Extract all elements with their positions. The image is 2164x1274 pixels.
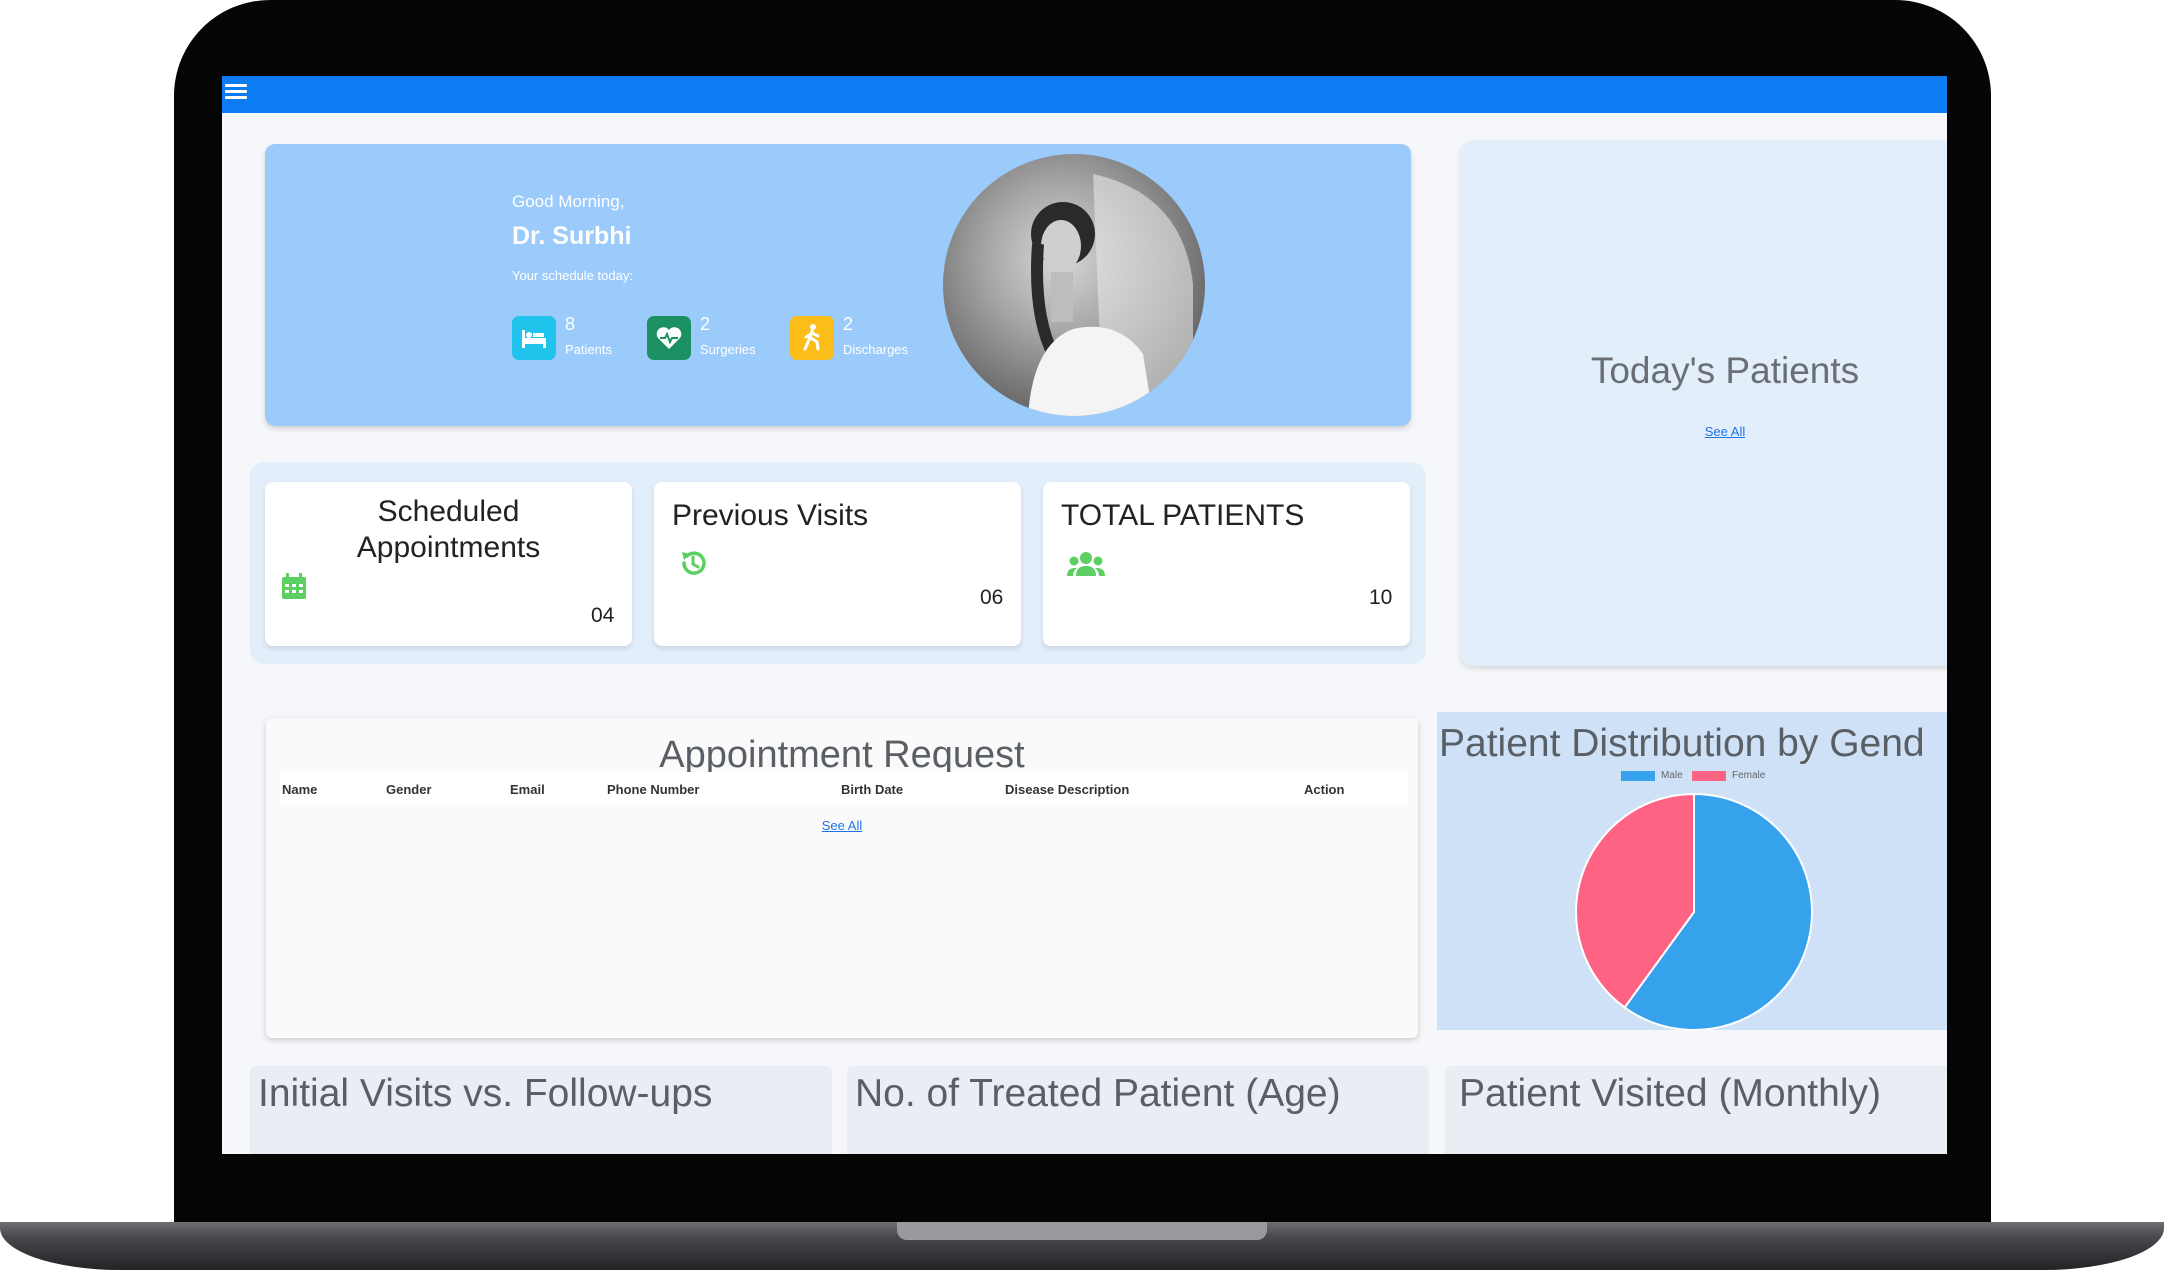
column-header-phone: Phone Number xyxy=(607,782,700,797)
gender-distribution-panel: Patient Distribution by Gend Male Female xyxy=(1437,712,1947,1030)
appointment-request-panel: Appointment Request Name Gender Email Ph… xyxy=(266,718,1418,1038)
hospital-bed-icon xyxy=(512,316,556,360)
stat-surgeries-value: 2 xyxy=(700,314,711,334)
laptop-notch xyxy=(897,1222,1267,1240)
greeting-salutation: Good Morning, xyxy=(512,192,625,211)
greeting-card: Good Morning, Dr. Surbhi Your schedule t… xyxy=(265,144,1411,426)
total-patients-value: 10 xyxy=(1369,586,1393,609)
scheduled-appointments-value: 04 xyxy=(591,604,615,627)
summary-cards-container: Scheduled Appointments 04 Previous Visit… xyxy=(250,462,1426,664)
column-header-birth-date: Birth Date xyxy=(841,782,904,797)
todays-patients-title: Today's Patients xyxy=(1590,350,1860,391)
scheduled-appointments-card[interactable]: Scheduled Appointments 04 xyxy=(265,482,632,646)
stat-patients-label: Patients xyxy=(565,342,612,357)
initial-visits-title: Initial Visits vs. Follow-ups xyxy=(258,1072,713,1115)
total-patients-card[interactable]: TOTAL PATIENTS 10 xyxy=(1043,482,1410,646)
treated-patient-age-card: No. of Treated Patient (Age) xyxy=(847,1066,1429,1154)
previous-visits-card[interactable]: Previous Visits 06 xyxy=(654,482,1021,646)
column-header-gender: Gender xyxy=(386,782,432,797)
todays-patients-see-all-link[interactable]: See All xyxy=(1460,424,1947,439)
stat-surgeries-label: Surgeries xyxy=(700,342,756,357)
screen: Good Morning, Dr. Surbhi Your schedule t… xyxy=(222,76,1947,1154)
top-bar xyxy=(222,76,1947,113)
walking-person-icon xyxy=(790,316,834,360)
users-icon xyxy=(1067,550,1105,583)
doctor-name: Dr. Surbhi xyxy=(512,222,632,250)
schedule-label: Your schedule today: xyxy=(512,268,633,283)
calendar-icon xyxy=(281,572,307,605)
doctor-avatar xyxy=(943,154,1205,416)
appointment-request-see-all-link[interactable]: See All xyxy=(266,818,1418,833)
total-patients-title: TOTAL PATIENTS xyxy=(1061,499,1305,532)
history-icon xyxy=(678,548,708,583)
patient-visited-monthly-title: Patient Visited (Monthly) xyxy=(1459,1072,1881,1115)
previous-visits-value: 06 xyxy=(980,586,1004,609)
column-header-name: Name xyxy=(282,782,318,797)
hamburger-menu-icon[interactable] xyxy=(225,81,247,103)
column-header-email: Email xyxy=(510,782,545,797)
scheduled-appointments-title: Scheduled Appointments xyxy=(356,495,541,564)
initial-visits-card: Initial Visits vs. Follow-ups xyxy=(250,1066,832,1154)
column-header-disease: Disease Description xyxy=(1005,782,1130,797)
todays-patients-panel: Today's Patients See All xyxy=(1460,140,1947,666)
previous-visits-title: Previous Visits xyxy=(672,499,869,532)
appointment-table-header: Name Gender Email Phone Number Birth Dat… xyxy=(280,772,1408,804)
treated-patient-age-title: No. of Treated Patient (Age) xyxy=(855,1072,1341,1115)
gender-pie-chart xyxy=(1575,792,1813,1030)
stat-discharges-value: 2 xyxy=(843,314,854,334)
appointment-request-title: Appointment Request xyxy=(659,734,1025,776)
heart-pulse-icon xyxy=(647,316,691,360)
stat-patients-value: 8 xyxy=(565,314,576,334)
stat-discharges-label: Discharges xyxy=(843,342,909,357)
column-header-action: Action xyxy=(1304,782,1345,797)
patient-visited-monthly-card: Patient Visited (Monthly) xyxy=(1445,1066,1947,1154)
